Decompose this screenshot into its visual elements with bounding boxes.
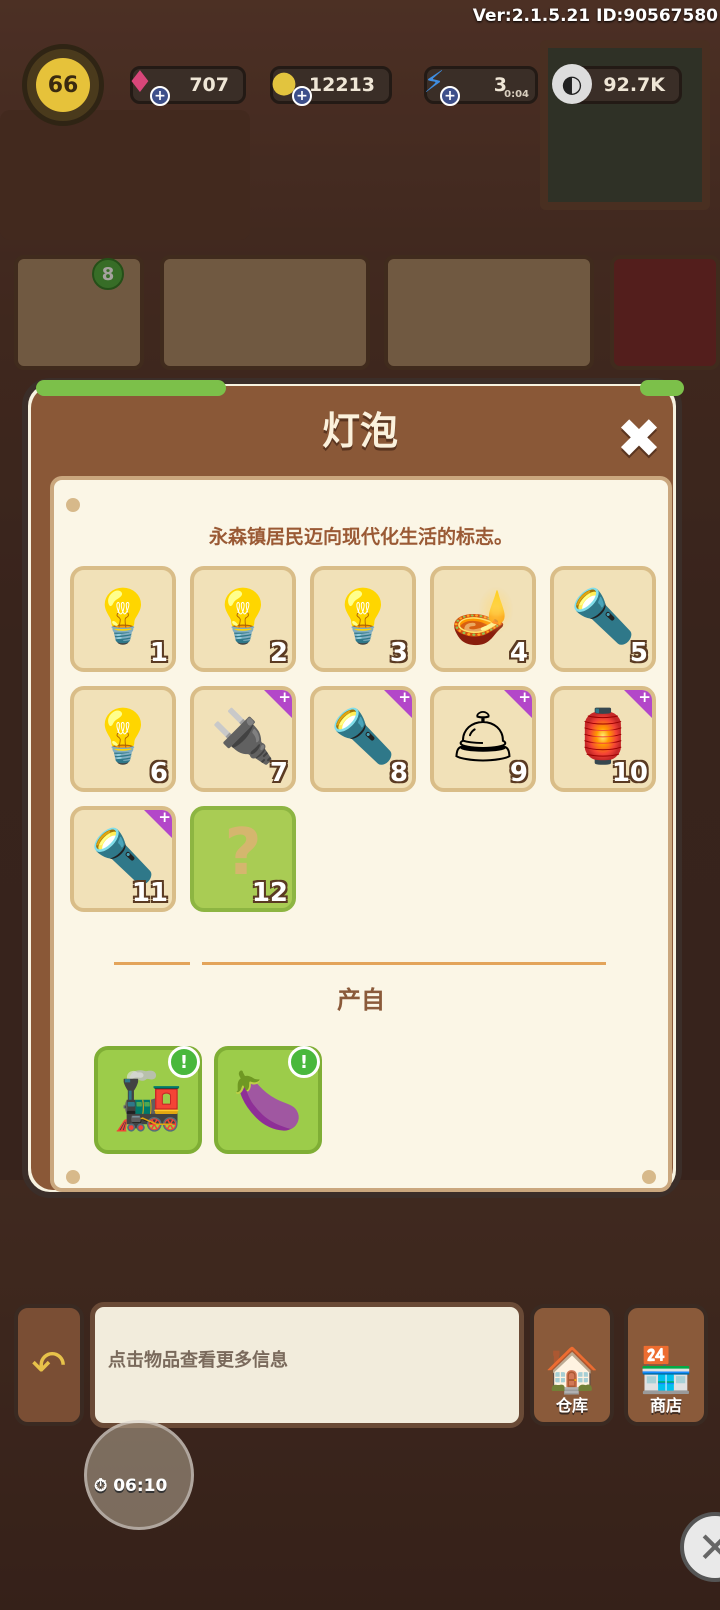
item-level: 10 [611,758,648,788]
dialog-title: 灯泡 [321,409,398,453]
shop-button[interactable]: 🏪 商店 [624,1304,708,1426]
lamp-base-bulb-icon: 🪔 [450,587,516,648]
item-tile-7[interactable]: 🔌 + 7 [190,686,296,792]
filament-bulb-icon: 💡 [330,587,396,648]
item-level: 8 [389,758,408,788]
alert-icon: ! [168,1046,200,1078]
add-gems-icon[interactable]: + [150,86,170,106]
item-level: 12 [251,878,288,908]
level-number: 66 [36,58,90,112]
alert-icon: ! [288,1046,320,1078]
item-tile-4[interactable]: 🪔 4 [430,566,536,672]
round-bulb-icon: 💡 [210,587,276,648]
candle-bulb-icon: 💡 [90,587,156,648]
pin-decoration [66,1170,80,1184]
source-heading: 产自 [337,986,385,1014]
player-level[interactable]: 66 [22,44,104,126]
section-divider [114,960,606,967]
add-energy-icon[interactable]: + [440,86,460,106]
pin-decoration [66,498,80,512]
item-tile-6[interactable]: 💡 6 [70,686,176,792]
source-tile-1[interactable]: 🚂 ! [94,1046,202,1154]
pin-decoration [642,1170,656,1184]
info-hint-text: 点击物品查看更多信息 [108,1350,288,1371]
wall-lamp-icon: 🛎 [449,707,517,768]
seed-icon: ◐ [552,64,592,104]
item-tile-12-locked[interactable]: ? 12 [190,806,296,912]
item-tile-5[interactable]: 🔦 5 [550,566,656,672]
item-level: 2 [269,638,288,668]
shop-label: 商店 [649,1396,682,1415]
close-icon[interactable]: ✖ [612,412,666,468]
item-tile-3[interactable]: 💡 3 [310,566,416,672]
mangosteen-icon: 🍆 [233,1069,303,1134]
item-level: 4 [509,638,528,668]
tube-light-icon: 🔌 [210,707,276,768]
spiral-bulb-icon: 💡 [90,707,156,768]
item-tile-1[interactable]: 💡 1 [70,566,176,672]
item-level: 3 [389,638,408,668]
item-tile-10[interactable]: 🏮 + 10 [550,686,656,792]
item-level: 5 [629,638,648,668]
producer-bubble[interactable] [84,1420,194,1530]
train-machine-icon: 🚂 [113,1069,183,1134]
undo-arrow-icon[interactable]: ↶ [14,1304,84,1426]
grass-decoration [640,380,684,396]
warehouse-icon: 🏠 [544,1345,600,1396]
source-tile-2[interactable]: 🍆 ! [214,1046,322,1154]
flashlight-icon: 🔦 [570,587,636,648]
item-level: 11 [131,878,168,908]
item-tile-8[interactable]: 🔦 + 8 [310,686,416,792]
stage-spotlight-icon: 🔦 [90,827,156,888]
item-tile-2[interactable]: 💡 2 [190,566,296,672]
tripod-lamp-icon: 🏮 [570,707,636,768]
item-description: 永森镇居民迈向现代化生活的标志。 [208,526,513,548]
producer-timer: ⏱ 06:10 [94,1476,168,1496]
warehouse-button[interactable]: 🏠 仓库 [530,1304,614,1426]
grass-decoration [36,380,226,396]
item-level: 6 [149,758,168,788]
item-level: 1 [149,638,168,668]
energy-timer: 0:04 [504,89,529,100]
item-tile-9[interactable]: 🛎 + 9 [430,686,536,792]
shop-icon: 🏪 [638,1345,694,1396]
warehouse-label: 仓库 [555,1396,588,1415]
item-level: 9 [509,758,528,788]
add-coins-icon[interactable]: + [292,86,312,106]
item-level: 7 [269,758,288,788]
timer-value: 06:10 [113,1476,168,1496]
version-label: Ver:2.1.5.21 ID:90567580 [472,6,718,26]
double-spotlight-icon: 🔦 [330,707,396,768]
item-tile-11[interactable]: 🔦 + 11 [70,806,176,912]
